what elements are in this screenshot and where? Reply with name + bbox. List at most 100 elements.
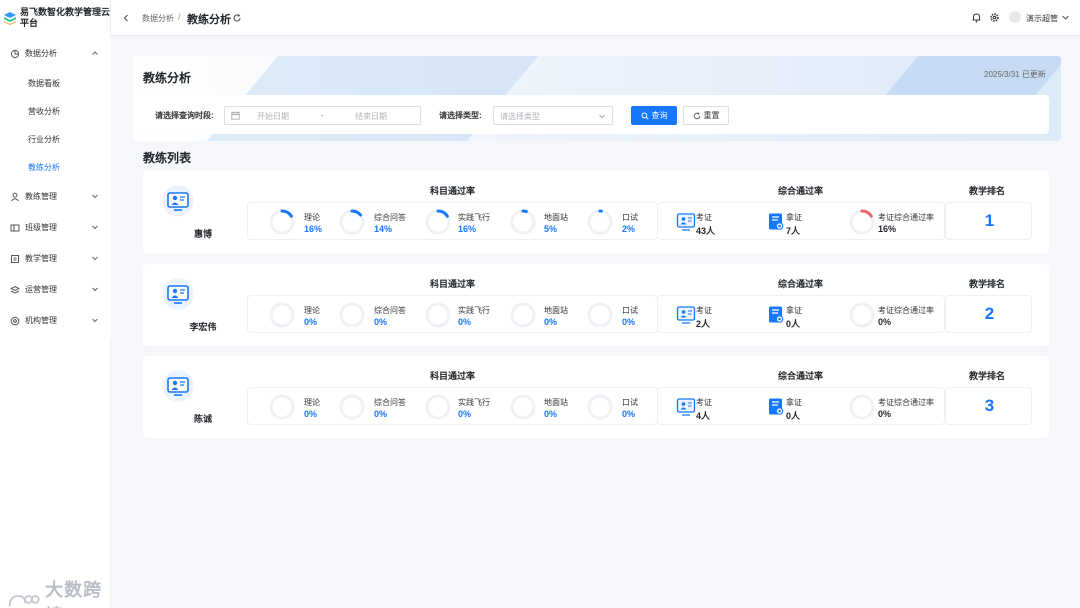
building-icon [10,316,20,325]
subject-metric: 实践飞行 0% [424,391,494,423]
subject-metric: 口试 0% [586,299,656,331]
coach-avatar-icon [162,278,194,310]
overall-metric: 考证 4人 [668,391,758,423]
pass-rate-ring [510,394,536,420]
overall-metric: 考证综合通过率 0% [848,299,938,331]
pass-rate-ring [339,394,365,420]
chevron-down-icon [92,225,98,230]
overall-pass-rate-header: 综合通过率 [778,279,824,289]
subject-metric: 口试 2% [586,206,656,238]
subject-rate-value: 0% [622,409,636,419]
subject-rate-value: 0% [304,317,318,327]
query-button-label: 查询 [651,111,668,120]
teaching-rank-header: 教学排名 [969,186,1006,196]
sidebar-group-operations-management[interactable]: 运营管理 [0,274,111,305]
rank-value: 2 [984,304,995,323]
breadcrumb-parent[interactable]: 数据分析 [142,13,174,24]
overall-metric: 拿证 7人 [758,206,848,238]
reset-button[interactable]: 重置 [683,106,729,125]
overall-metric: 拿证 0人 [758,299,848,331]
date-range-picker[interactable]: 开始日期 - 结束日期 [224,106,421,125]
chart-icon [10,49,20,58]
coach-avatar-icon [162,185,194,217]
overall-value: 43人 [696,226,716,236]
overall-metric: 考证综合通过率 16% [848,206,938,238]
user-name[interactable]: 演示超管 [1026,13,1058,24]
pass-rate-ring [269,302,295,328]
watermark: 大数跨境 [8,576,110,608]
overall-metric: 考证 43人 [668,206,758,238]
subject-metric: 综合问答 0% [338,391,408,423]
exam-icon [676,306,696,324]
pass-rate-ring [587,394,613,420]
gear-icon[interactable] [989,12,1000,23]
sidebar-item-revenue-analysis[interactable]: 营收分析 [0,97,111,125]
subject-rate-value: 0% [544,317,558,327]
pass-rate-ring [269,209,295,235]
overall-pass-rates: 考证 43人 拿证 7人 考证综合通过率 16% [657,202,945,240]
subject-pass-rate-header: 科目通过率 [430,186,476,196]
overall-label: 考证综合通过率 [878,398,934,407]
sidebar-item-dashboard[interactable]: 数据看板 [0,69,111,97]
coach-name: 李宏伟 [189,322,217,332]
subject-label: 地面站 [544,398,568,407]
overall-pass-rates: 考证 2人 拿证 0人 考证综合通过率 0% [657,295,945,333]
end-date-input[interactable]: 结束日期 [355,111,387,122]
teaching-rank: 2 [945,295,1032,333]
subject-label: 理论 [304,398,320,407]
refresh-icon[interactable] [232,13,242,23]
chevron-down-icon [92,318,98,323]
certificate-icon [769,306,784,323]
top-header: 数据分析 / 教练分析 演示超管 [111,0,1080,36]
filter-bar: 请选择查询时段: 开始日期 - 结束日期 请选择类型: 请选择类型 查询 重置 [143,95,1049,134]
overall-value: 0% [878,317,892,327]
teaching-rank-header: 教学排名 [969,279,1006,289]
subject-label: 理论 [304,306,320,315]
subject-label: 综合问答 [374,306,406,315]
pass-rate-ring [587,209,613,235]
back-chevron-icon[interactable] [121,13,131,23]
overall-value: 0人 [786,319,801,329]
pass-rate-ring [425,209,451,235]
type-label: 请选择类型: [439,111,482,120]
subject-label: 口试 [622,306,638,315]
rank-value: 3 [984,396,995,415]
overall-value: 16% [878,224,897,234]
sidebar-group-institution-management[interactable]: 机构管理 [0,305,111,336]
coach-card: 惠博 科目通过率 综合通过率 教学排名 理论 16% 综合问答 14% 实践飞行 16% 地面站 5%… [143,171,1049,253]
sidebar-group-label: 班级管理 [25,223,57,232]
avatar[interactable] [1009,11,1021,23]
date-range-label: 请选择查询时段: [155,111,214,120]
overall-value: 2人 [696,319,711,329]
sidebar-item-industry-analysis[interactable]: 行业分析 [0,125,111,153]
coach-card: 李宏伟 科目通过率 综合通过率 教学排名 理论 0% 综合问答 0% 实践飞行 0% 地面站 0% 口试… [143,264,1049,346]
bell-icon[interactable] [971,12,982,23]
sidebar-group-data-analysis[interactable]: 数据分析 [0,38,111,69]
subject-metric: 地面站 0% [509,299,579,331]
chevron-up-icon [92,51,98,55]
overall-label: 考证 [696,306,712,315]
overall-pass-rate-ring [849,209,875,235]
subject-label: 口试 [622,398,638,407]
subject-rate-value: 16% [458,224,477,234]
sidebar-group-class-management[interactable]: 班级管理 [0,212,111,243]
sidebar-group-coach-management[interactable]: 教练管理 [0,181,111,212]
coach-name: 惠博 [193,229,212,239]
sidebar-item-coach-analysis[interactable]: 教练分析 [0,153,111,181]
overall-label: 拿证 [786,398,802,407]
query-button[interactable]: 查询 [631,106,677,125]
start-date-input[interactable]: 开始日期 [257,111,289,122]
sidebar-group-teaching-management[interactable]: 教学管理 [0,243,111,274]
subject-rate-value: 2% [622,224,636,234]
overall-metric: 考证综合通过率 0% [848,391,938,423]
chevron-down-icon [599,114,605,119]
class-icon [10,224,20,231]
chevron-down-icon[interactable] [1061,13,1070,22]
subject-pass-rate-header: 科目通过率 [430,279,476,289]
coach-list-title: 教练列表 [143,151,192,165]
exam-icon [676,398,696,416]
type-select[interactable]: 请选择类型 [493,106,613,125]
subject-pass-rates: 理论 16% 综合问答 14% 实践飞行 16% 地面站 5% 口试 2% [247,202,658,240]
subject-label: 实践飞行 [458,398,490,407]
subject-metric: 实践飞行 0% [424,299,494,331]
